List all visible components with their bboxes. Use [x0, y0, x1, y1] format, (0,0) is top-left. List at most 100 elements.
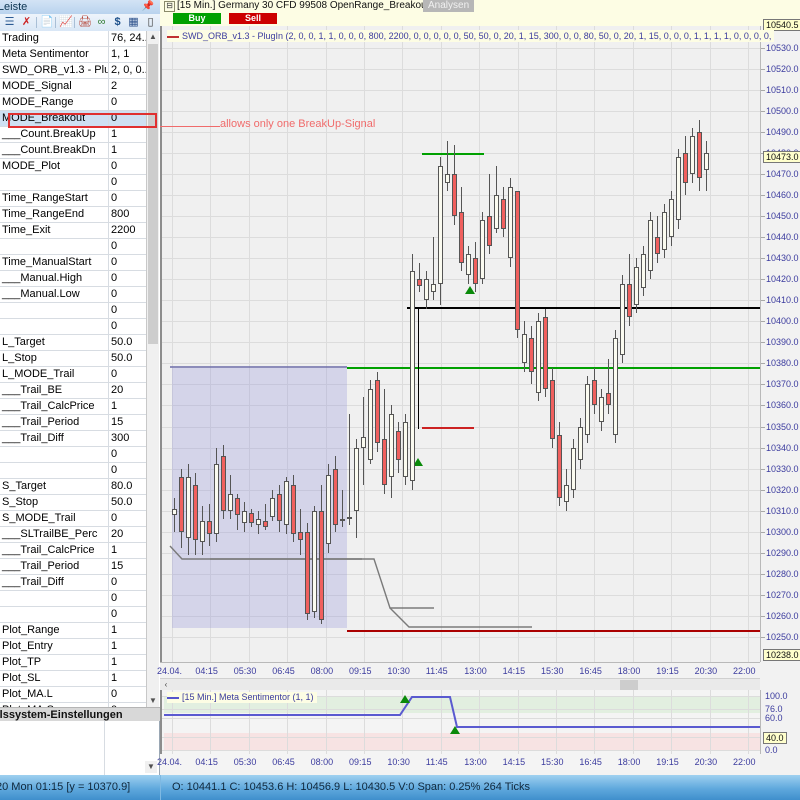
- parameter-row[interactable]: 0: [0, 606, 155, 623]
- parameter-row[interactable]: 0: [0, 238, 155, 255]
- parameter-row[interactable]: Plot_Entry 1: [0, 638, 155, 655]
- parameter-name: ___Manual.High: [0, 270, 109, 287]
- parameter-row[interactable]: 0: [0, 302, 155, 319]
- parameter-row[interactable]: L_MODE_Trail 0: [0, 366, 155, 383]
- parameter-row[interactable]: ___Trail_Period 15: [0, 414, 155, 431]
- parameter-table: Trading 76, 24... Meta Sentimentor 1, 1 SWD_…: [0, 31, 155, 707]
- parameter-row[interactable]: L_Target 50.0: [0, 334, 155, 351]
- candlestick: [220, 445, 226, 520]
- delete-icon[interactable]: ✗: [20, 16, 33, 29]
- buy-button[interactable]: Buy: [173, 13, 221, 24]
- candlestick: [360, 397, 366, 486]
- parameter-row[interactable]: MODE_Range 0: [0, 94, 155, 111]
- list-icon[interactable]: ☰: [3, 16, 16, 29]
- window-icon[interactable]: ▯: [144, 16, 157, 29]
- parameter-row[interactable]: S_MODE_Trail 0: [0, 510, 155, 527]
- parameter-row[interactable]: Time_RangeStart 0: [0, 190, 155, 207]
- parameter-row[interactable]: ___Trail_CalcPrice 1: [0, 542, 155, 559]
- parameter-row[interactable]: Time_ManualStart 0: [0, 254, 155, 271]
- candlestick: [339, 489, 345, 528]
- price-axis-label: 10300.0: [766, 526, 799, 537]
- candlestick: [577, 418, 583, 469]
- sentimentor-time-label: 24.04.: [157, 757, 183, 767]
- parameter-row[interactable]: Plot_Range 1: [0, 622, 155, 639]
- parameter-row[interactable]: Meta Sentimentor 1, 1: [0, 46, 155, 63]
- parameter-row[interactable]: MODE_Signal 2: [0, 78, 155, 95]
- candlestick: [486, 174, 492, 255]
- parameter-row[interactable]: ___Count.BreakUp 1: [0, 126, 155, 143]
- parameter-row[interactable]: 0: [0, 446, 155, 463]
- gridline: [440, 26, 442, 662]
- sentimentor-plot[interactable]: [15 Min.] Meta Sentimentor (1, 1): [160, 690, 760, 754]
- price-axis-label: 10260.0: [766, 610, 799, 621]
- scroll-down-icon-2[interactable]: ▼: [145, 761, 157, 773]
- parameter-row[interactable]: ___Trail_Period 15: [0, 558, 155, 575]
- candle-body: [472, 258, 478, 284]
- candle-body: [633, 266, 639, 305]
- parameter-row[interactable]: S_Target 80.0: [0, 478, 155, 495]
- sentimentor-legend[interactable]: [15 Min.] Meta Sentimentor (1, 1): [167, 692, 317, 703]
- parameter-row[interactable]: ___SLTrailBE_Perc 20: [0, 526, 155, 543]
- parameter-row[interactable]: Time_RangeEnd 800: [0, 206, 155, 223]
- price-axis-label: 10440.0: [766, 232, 799, 243]
- indicator-legend[interactable]: SWD_ORB_v1.3 - PlugIn (2, 0, 0, 1, 1, 0,…: [167, 30, 775, 42]
- grid-icon[interactable]: ▦: [127, 16, 140, 29]
- scroll-up-icon[interactable]: ▲: [147, 31, 159, 43]
- parameter-name: ___Trail_Diff: [0, 574, 109, 591]
- parameter-row[interactable]: ___Manual.High 0: [0, 270, 155, 287]
- parameter-row[interactable]: ___Manual.Low 0: [0, 286, 155, 303]
- candlestick: [528, 325, 534, 385]
- candlestick: [276, 485, 282, 532]
- sell-button[interactable]: Sell: [229, 13, 277, 24]
- tab-analysen[interactable]: Analysen: [423, 0, 475, 12]
- price-axis[interactable]: 10530.010520.010510.010500.010490.010480…: [760, 19, 800, 662]
- candle-body: [626, 283, 632, 318]
- candle-body: [283, 481, 289, 526]
- parameter-row[interactable]: ___Trail_Diff 0: [0, 574, 155, 591]
- candlestick: [451, 144, 457, 225]
- gridline: [556, 26, 557, 662]
- parameter-row[interactable]: Trading 76, 24...: [0, 31, 155, 47]
- candle-body: [437, 165, 443, 284]
- price-plot[interactable]: SWD_ORB_v1.3 - PlugIn (2, 0, 0, 1, 1, 0,…: [160, 26, 775, 662]
- scrollbar-thumb[interactable]: [148, 44, 158, 344]
- parameter-row[interactable]: 0: [0, 462, 155, 479]
- parameter-row[interactable]: S_Stop 50.0: [0, 494, 155, 511]
- parameter-row[interactable]: 0: [0, 318, 155, 335]
- parameter-row[interactable]: Time_Exit 2200: [0, 222, 155, 239]
- parameter-row[interactable]: ___Trail_Diff 300: [0, 430, 155, 447]
- pin-icon[interactable]: 📌: [142, 1, 154, 13]
- parameter-row[interactable]: ___Trail_CalcPrice 1: [0, 398, 155, 415]
- parameter-row[interactable]: ___Trail_BE 20: [0, 382, 155, 399]
- sentimentor-legend-line-icon: [167, 696, 179, 699]
- parameter-row[interactable]: SWD_ORB_v1.3 - Plu... 2, 0, 0...: [0, 62, 155, 79]
- parameter-name: Meta Sentimentor: [0, 46, 109, 63]
- parameter-row[interactable]: Plot_SL 1: [0, 670, 155, 687]
- print-icon[interactable]: 🖨: [78, 16, 92, 29]
- time-axis-label: 14:15: [502, 666, 526, 676]
- parameter-name: [0, 606, 109, 623]
- parameter-name: [0, 174, 109, 191]
- candlestick: [626, 254, 632, 326]
- candlestick: [346, 413, 352, 526]
- parameter-grid-scrollbar[interactable]: ▲ ▼: [146, 31, 159, 707]
- link-icon[interactable]: ∞: [95, 16, 108, 29]
- parameter-row[interactable]: Plot_TP 1: [0, 654, 155, 671]
- parameter-grid[interactable]: Trading 76, 24... Meta Sentimentor 1, 1 SWD_…: [0, 31, 161, 707]
- parameter-row[interactable]: Plot_MA.L 0: [0, 686, 155, 703]
- scroll-down-icon[interactable]: ▼: [147, 695, 159, 707]
- currency-icon[interactable]: $: [111, 16, 124, 29]
- parameter-row[interactable]: 0: [0, 174, 155, 191]
- price-axis-tick: [761, 615, 765, 617]
- chart-icon[interactable]: 📈: [59, 16, 73, 29]
- candle-body: [661, 212, 667, 250]
- parameter-row[interactable]: MODE_Plot 0: [0, 158, 155, 175]
- hscroll-thumb[interactable]: [620, 680, 638, 690]
- sentimentor-time-label: 16:45: [579, 757, 602, 767]
- price-axis-tick: [761, 237, 765, 239]
- copy-icon[interactable]: 📄: [40, 16, 54, 29]
- parameter-row[interactable]: L_Stop 50.0: [0, 350, 155, 367]
- parameter-row[interactable]: ___Count.BreakDn 1: [0, 142, 155, 159]
- parameter-row[interactable]: 0: [0, 590, 155, 607]
- minus-box-icon[interactable]: ⊟: [164, 1, 175, 12]
